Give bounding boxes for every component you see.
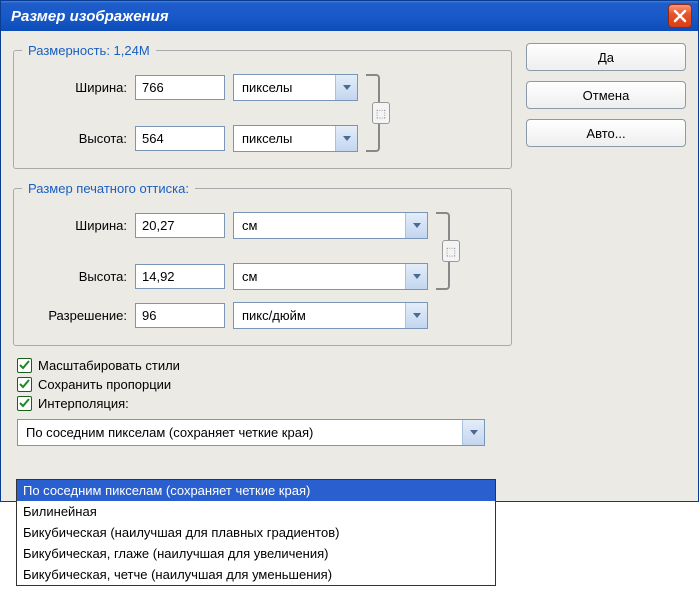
- height-label: Высота:: [22, 131, 127, 146]
- scale-styles-label: Масштабировать стили: [38, 358, 180, 373]
- left-column: Размерность: 1,24M Ширина: пикселы: [13, 43, 512, 489]
- interpolation-options-list: По соседним пикселам (сохраняет четкие к…: [16, 479, 496, 586]
- chevron-down-icon: [335, 75, 357, 100]
- width-unit-dropdown[interactable]: пикселы: [233, 74, 358, 101]
- scale-styles-checkbox[interactable]: Масштабировать стили: [17, 358, 512, 373]
- link-icon: ⬚: [442, 240, 460, 262]
- height-row: Высота: пикселы: [22, 125, 358, 152]
- checkbox-checked-icon: [17, 396, 32, 411]
- interpolation-option[interactable]: Бикубическая (наилучшая для плавных град…: [17, 522, 495, 543]
- titlebar: Размер изображения: [1, 1, 698, 31]
- width-input[interactable]: [135, 75, 225, 100]
- resample-label: Интерполяция:: [38, 396, 129, 411]
- interpolation-dropdown[interactable]: По соседним пикселам (сохраняет четкие к…: [17, 419, 485, 446]
- resolution-unit-text: пикс/дюйм: [234, 308, 405, 323]
- print-height-unit-text: см: [234, 269, 405, 284]
- resample-checkbox[interactable]: Интерполяция:: [17, 396, 512, 411]
- chevron-down-icon: [405, 264, 427, 289]
- interpolation-selected-text: По соседним пикселам (сохраняет четкие к…: [18, 425, 462, 440]
- print-height-row: Высота: см: [22, 263, 428, 290]
- print-width-unit-dropdown[interactable]: см: [233, 212, 428, 239]
- pixel-dimensions-legend: Размерность: 1,24M: [22, 43, 156, 58]
- height-unit-dropdown[interactable]: пикселы: [233, 125, 358, 152]
- width-unit-text: пикселы: [234, 80, 335, 95]
- print-height-input[interactable]: [135, 264, 225, 289]
- chevron-down-icon: [462, 420, 484, 445]
- ok-button[interactable]: Да: [526, 43, 686, 71]
- interpolation-option[interactable]: Билинейная: [17, 501, 495, 522]
- interpolation-option[interactable]: Бикубическая, глаже (наилучшая для увели…: [17, 543, 495, 564]
- print-width-label: Ширина:: [22, 218, 127, 233]
- close-icon: [673, 9, 687, 23]
- print-width-row: Ширина: см: [22, 212, 428, 239]
- window-title: Размер изображения: [11, 8, 668, 25]
- chevron-down-icon: [335, 126, 357, 151]
- print-height-unit-dropdown[interactable]: см: [233, 263, 428, 290]
- interpolation-option[interactable]: По соседним пикселам (сохраняет четкие к…: [17, 480, 495, 501]
- close-button[interactable]: [668, 4, 692, 28]
- bracket-link: ⬚: [436, 212, 450, 290]
- print-height-label: Высота:: [22, 269, 127, 284]
- height-input[interactable]: [135, 126, 225, 151]
- checkbox-checked-icon: [17, 377, 32, 392]
- resolution-row: Разрешение: пикс/дюйм: [22, 302, 499, 329]
- auto-button[interactable]: Авто...: [526, 119, 686, 147]
- link-icon: ⬚: [372, 102, 390, 124]
- chevron-down-icon: [405, 303, 427, 328]
- interpolation-option[interactable]: Бикубическая, четче (наилучшая для умень…: [17, 564, 495, 585]
- dialog-body: Размерность: 1,24M Ширина: пикселы: [1, 31, 698, 501]
- dialog-window: Размер изображения Размерность: 1,24M Ши…: [0, 0, 699, 502]
- checkbox-checked-icon: [17, 358, 32, 373]
- print-size-legend: Размер печатного оттиска:: [22, 181, 195, 196]
- cancel-button[interactable]: Отмена: [526, 81, 686, 109]
- print-size-group: Размер печатного оттиска: Ширина: см: [13, 181, 512, 346]
- height-unit-text: пикселы: [234, 131, 335, 146]
- bracket-link: ⬚: [366, 74, 380, 152]
- resolution-label: Разрешение:: [22, 308, 127, 323]
- right-column: Да Отмена Авто...: [526, 43, 686, 489]
- pixel-dimensions-group: Размерность: 1,24M Ширина: пикселы: [13, 43, 512, 169]
- print-width-unit-text: см: [234, 218, 405, 233]
- width-label: Ширина:: [22, 80, 127, 95]
- width-row: Ширина: пикселы: [22, 74, 358, 101]
- print-width-input[interactable]: [135, 213, 225, 238]
- constrain-label: Сохранить пропорции: [38, 377, 171, 392]
- chevron-down-icon: [405, 213, 427, 238]
- resolution-unit-dropdown[interactable]: пикс/дюйм: [233, 302, 428, 329]
- constrain-checkbox[interactable]: Сохранить пропорции: [17, 377, 512, 392]
- resolution-input[interactable]: [135, 303, 225, 328]
